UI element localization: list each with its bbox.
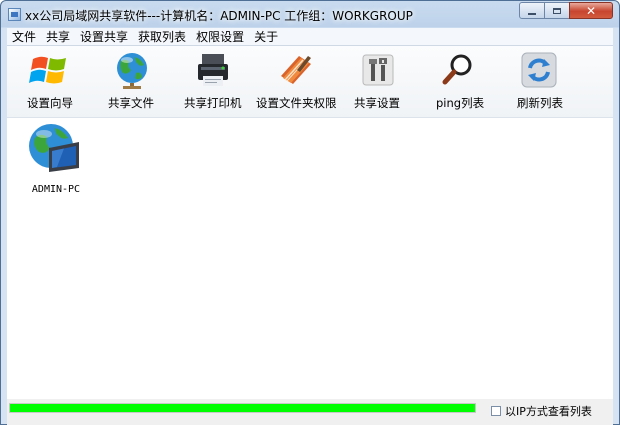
menu-file[interactable]: 文件: [7, 29, 41, 45]
close-icon: ✕: [585, 3, 597, 18]
menu-share[interactable]: 共享: [41, 29, 75, 45]
maximize-icon: [553, 7, 561, 14]
refresh-list-label: 刷新列表: [517, 96, 563, 110]
network-computer-icon: [27, 120, 83, 183]
share-files-label: 共享文件: [108, 96, 154, 110]
menu-permissions[interactable]: 权限设置: [191, 29, 249, 45]
host-item[interactable]: ADMIN-PC: [21, 120, 91, 198]
main-window: xx公司局域网共享软件---计算机名：ADMIN-PC 工作组：WORKGROU…: [0, 0, 620, 425]
setup-wizard-label: 设置向导: [27, 96, 73, 110]
window-title: xx公司局域网共享软件---计算机名：ADMIN-PC 工作组：WORKGROU…: [25, 9, 413, 23]
menu-bar: 文件 共享 设置共享 获取列表 权限设置 关于: [7, 28, 613, 46]
progress-bar: [9, 403, 476, 413]
maximize-button[interactable]: [544, 2, 570, 19]
progress-fill: [10, 404, 475, 412]
share-printer-label: 共享打印机: [184, 96, 242, 110]
toolbar: 设置向导 共享文件 共享打印机 设置文件夹权限 共享设置 ping列表 刷新列表: [7, 46, 613, 118]
refresh-icon: [515, 48, 563, 92]
status-bar: 以IP方式查看列表: [7, 399, 613, 425]
minimize-button[interactable]: [519, 2, 545, 19]
tools-icon: [354, 48, 402, 92]
close-button[interactable]: ✕: [569, 2, 613, 19]
menu-set-share[interactable]: 设置共享: [75, 29, 133, 45]
ping-list-label: ping列表: [436, 96, 485, 110]
host-name: ADMIN-PC: [31, 184, 81, 195]
view-by-ip-label: 以IP方式查看列表: [505, 405, 592, 418]
windows-flag-icon: [25, 48, 73, 92]
minimize-icon: [528, 12, 536, 15]
magnifier-icon: [434, 48, 482, 92]
app-icon: [8, 8, 21, 21]
printer-icon: [189, 48, 237, 92]
view-by-ip-checkbox[interactable]: 以IP方式查看列表: [491, 403, 592, 419]
host-list: ADMIN-PC: [7, 118, 613, 399]
checkbox-box[interactable]: [491, 406, 501, 416]
share-settings-label: 共享设置: [354, 96, 400, 110]
menu-get-list[interactable]: 获取列表: [133, 29, 191, 45]
menu-about[interactable]: 关于: [249, 29, 283, 45]
caption-buttons: ✕: [519, 2, 613, 20]
folder-permissions-label: 设置文件夹权限: [256, 96, 337, 110]
title-bar[interactable]: xx公司局域网共享软件---计算机名：ADMIN-PC 工作组：WORKGROU…: [1, 1, 619, 28]
globe-icon: [108, 48, 156, 92]
notebook-pencil-icon: [271, 48, 319, 92]
